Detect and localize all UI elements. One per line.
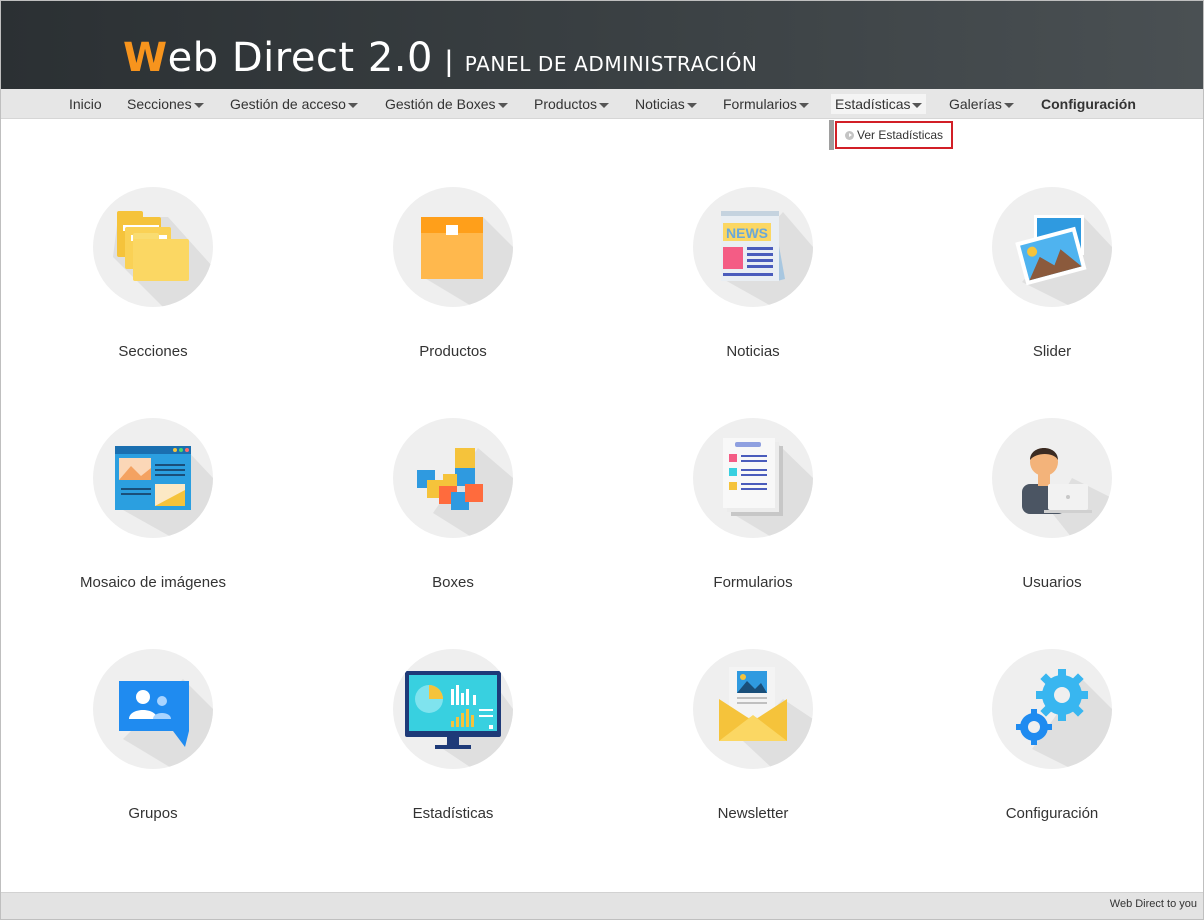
tile-productos[interactable]: Productos bbox=[333, 187, 573, 377]
caret-down-icon bbox=[686, 102, 697, 108]
logo-separator: | bbox=[444, 45, 453, 78]
nav-label: Configuración bbox=[1041, 96, 1136, 112]
nav-item-productos[interactable]: Productos bbox=[534, 96, 610, 112]
app-logo[interactable]: Web Direct 2.0 | PANEL DE ADMINISTRACIÓN bbox=[123, 35, 757, 81]
group-chat-icon bbox=[93, 649, 213, 769]
tile-estadisticas[interactable]: Estadísticas bbox=[333, 649, 573, 839]
folders-icon bbox=[93, 187, 213, 307]
newspaper-icon: NEWS bbox=[693, 187, 813, 307]
tile-noticias[interactable]: NEWS Noticias bbox=[633, 187, 873, 377]
images-icon bbox=[992, 187, 1112, 307]
nav-item-inicio[interactable]: Inicio bbox=[69, 96, 102, 112]
tile-label: Noticias bbox=[726, 343, 780, 360]
play-bullet-icon bbox=[845, 130, 854, 140]
caret-down-icon bbox=[599, 102, 610, 108]
caret-down-icon bbox=[798, 102, 809, 108]
nav-label: Inicio bbox=[69, 96, 102, 112]
tile-mosaico[interactable]: Mosaico de imágenes bbox=[33, 418, 273, 608]
envelope-icon bbox=[693, 649, 813, 769]
tile-newsletter[interactable]: Newsletter bbox=[633, 649, 873, 839]
nav-item-gestion-boxes[interactable]: Gestión de Boxes bbox=[385, 96, 508, 112]
logo-title-rest: eb Direct 2.0 bbox=[167, 35, 433, 81]
tile-secciones[interactable]: Secciones bbox=[33, 187, 273, 377]
footer-bar: Web Direct to you bbox=[1, 892, 1203, 919]
logo-title: Web Direct 2.0 bbox=[123, 35, 433, 81]
caret-down-icon bbox=[347, 102, 358, 108]
nav-item-galerias[interactable]: Galerías bbox=[949, 96, 1014, 112]
tile-label: Formularios bbox=[713, 574, 793, 591]
mosaic-browser-icon bbox=[93, 418, 213, 538]
header-bar: Web Direct 2.0 | PANEL DE ADMINISTRACIÓN bbox=[1, 1, 1203, 89]
nav-label: Gestión de Boxes bbox=[385, 96, 496, 112]
nav-item-formularios[interactable]: Formularios bbox=[723, 96, 809, 112]
nav-item-estadisticas[interactable]: Estadísticas bbox=[831, 94, 927, 114]
tile-label: Productos bbox=[419, 343, 487, 360]
tile-formularios[interactable]: Formularios bbox=[633, 418, 873, 608]
cubes-icon bbox=[393, 418, 513, 538]
tile-slider[interactable]: Slider bbox=[932, 187, 1172, 377]
logo-w-letter: W bbox=[123, 35, 168, 81]
tile-usuarios[interactable]: Usuarios bbox=[932, 418, 1172, 608]
main-navigation: Inicio Secciones Gestión de acceso Gesti… bbox=[1, 89, 1203, 119]
tile-label: Secciones bbox=[118, 343, 188, 360]
dropdown-item-label: Ver Estadísticas bbox=[857, 128, 944, 142]
footer-credit: Web Direct to you bbox=[1109, 898, 1197, 910]
caret-down-icon bbox=[1003, 102, 1014, 108]
tile-grupos[interactable]: Grupos bbox=[33, 649, 273, 839]
tile-boxes[interactable]: Boxes bbox=[333, 418, 573, 608]
tile-label: Slider bbox=[1032, 343, 1072, 360]
user-laptop-icon bbox=[992, 418, 1112, 538]
nav-label: Galerías bbox=[949, 96, 1002, 112]
tile-configuracion[interactable]: Configuración bbox=[932, 649, 1172, 839]
nav-label: Gestión de acceso bbox=[230, 96, 346, 112]
tile-label: Newsletter bbox=[717, 805, 789, 822]
logo-subtitle: PANEL DE ADMINISTRACIÓN bbox=[464, 52, 758, 76]
gears-icon bbox=[992, 649, 1112, 769]
caret-down-icon bbox=[912, 102, 923, 108]
caret-down-icon bbox=[193, 102, 204, 108]
form-icon bbox=[693, 418, 813, 538]
tile-label: Usuarios bbox=[1022, 574, 1082, 591]
dropdown-item-ver-estadisticas[interactable]: Ver Estadísticas bbox=[835, 121, 953, 149]
svg-text:NEWS: NEWS bbox=[726, 225, 768, 241]
nav-label: Formularios bbox=[723, 96, 797, 112]
tile-label: Grupos bbox=[128, 805, 178, 822]
tile-label: Boxes bbox=[432, 574, 474, 591]
tile-label: Configuración bbox=[1005, 805, 1099, 822]
nav-label: Noticias bbox=[635, 96, 685, 112]
monitor-chart-icon bbox=[393, 649, 513, 769]
nav-item-secciones[interactable]: Secciones bbox=[127, 96, 204, 112]
nav-item-gestion-acceso[interactable]: Gestión de acceso bbox=[230, 96, 358, 112]
caret-down-icon bbox=[497, 102, 508, 108]
nav-item-noticias[interactable]: Noticias bbox=[635, 96, 697, 112]
tile-label: Estadísticas bbox=[412, 805, 494, 822]
box-icon bbox=[393, 187, 513, 307]
tile-label: Mosaico de imágenes bbox=[80, 574, 226, 591]
nav-item-configuracion[interactable]: Configuración bbox=[1041, 96, 1136, 112]
nav-label: Secciones bbox=[127, 96, 192, 112]
nav-label: Estadísticas bbox=[835, 96, 911, 112]
nav-label: Productos bbox=[534, 96, 598, 112]
